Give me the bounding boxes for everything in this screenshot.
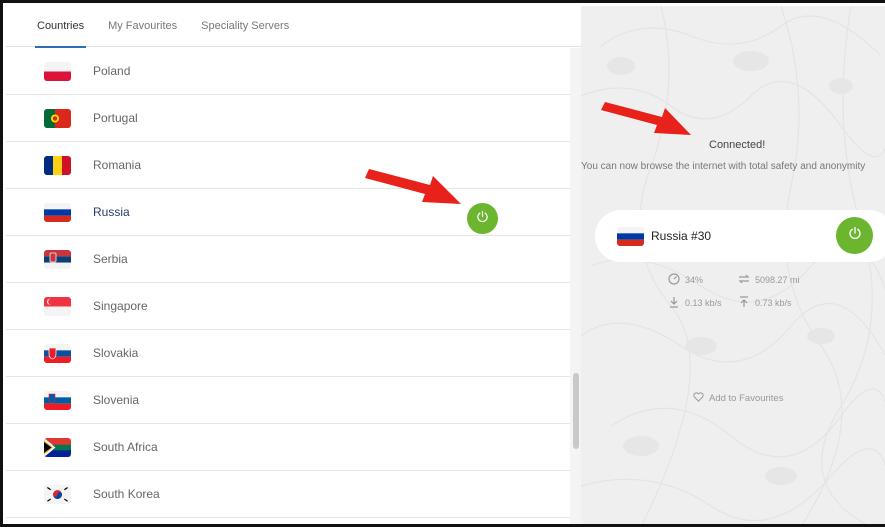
row-power-button[interactable]: [467, 203, 498, 234]
scrollbar-track[interactable]: [570, 48, 581, 524]
connected-server-card: Russia #30: [595, 210, 885, 262]
country-row-slovakia[interactable]: Slovakia: [6, 330, 570, 377]
country-row-south-africa[interactable]: South Africa: [6, 424, 570, 471]
add-to-favourites-button[interactable]: Add to Favourites: [693, 392, 783, 405]
upload-icon: [738, 296, 750, 310]
app-window: Countries My Favourites Speciality Serve…: [0, 0, 885, 527]
power-icon: [476, 210, 489, 228]
singapore-flag-icon: [44, 296, 71, 316]
download-speed-stat: 0.13 kb/s: [668, 296, 722, 310]
south-korea-flag-icon: [44, 484, 71, 504]
connected-server-name: Russia #30: [651, 229, 712, 243]
country-name: Russia: [93, 205, 130, 219]
country-name: Singapore: [93, 299, 148, 313]
country-name: Romania: [93, 158, 142, 172]
tab-countries[interactable]: Countries: [34, 6, 87, 48]
add-to-favourites-label: Add to Favourites: [709, 393, 784, 404]
tab-bar: Countries My Favourites Speciality Serve…: [6, 6, 581, 48]
server-load-value: 34%: [685, 275, 704, 285]
romania-flag-icon: [44, 155, 71, 175]
country-name: Serbia: [93, 252, 128, 266]
gauge-icon: [668, 273, 680, 287]
connection-panel: Connected! You can now browse the intern…: [581, 6, 885, 524]
power-icon: [848, 226, 862, 245]
server-load-stat: 34%: [668, 273, 703, 287]
country-name: Poland: [93, 64, 131, 78]
portugal-flag-icon: [44, 108, 71, 128]
country-row-portugal[interactable]: Portugal: [6, 95, 570, 142]
upload-speed-stat: 0.73 kb/s: [738, 296, 792, 310]
country-row-slovenia[interactable]: Slovenia: [6, 377, 570, 424]
tab-my-favourites[interactable]: My Favourites: [108, 6, 177, 47]
russia-flag-icon: [44, 202, 71, 222]
slovenia-flag-icon: [44, 390, 71, 410]
distance-stat: 5098.27 mi: [738, 273, 800, 287]
country-row-poland[interactable]: Poland: [6, 48, 570, 95]
country-name: Slovenia: [93, 393, 140, 407]
serbia-flag-icon: [44, 249, 71, 269]
country-name: Slovakia: [93, 346, 139, 360]
annotation-arrow-icon: [601, 102, 691, 135]
route-icon: [738, 273, 750, 287]
country-row-south-korea[interactable]: South Korea: [6, 471, 570, 518]
upload-speed-value: 0.73 kb/s: [755, 298, 792, 308]
country-row-serbia[interactable]: Serbia: [6, 236, 570, 283]
country-row-romania[interactable]: Romania: [6, 142, 570, 189]
heart-icon: [693, 392, 704, 405]
slovakia-flag-icon: [44, 343, 71, 363]
russia-flag-icon: [617, 227, 644, 246]
connection-status-title: Connected!: [709, 139, 766, 151]
country-name: South Korea: [93, 487, 160, 501]
distance-value: 5098.27 mi: [755, 275, 800, 285]
tab-speciality-servers[interactable]: Speciality Servers: [201, 6, 289, 47]
annotation-arrow-icon: [365, 169, 461, 204]
connection-status-description: You can now browse the internet with tot…: [581, 161, 866, 172]
poland-flag-icon: [44, 61, 71, 81]
country-name: Portugal: [93, 111, 138, 125]
download-speed-value: 0.13 kb/s: [685, 298, 722, 308]
server-list-panel: Countries My Favourites Speciality Serve…: [6, 6, 581, 524]
country-list: Poland Portugal Romania Russia Serbia Si…: [6, 48, 570, 524]
south-africa-flag-icon: [44, 437, 71, 457]
world-map-background: [581, 6, 885, 524]
disconnect-power-button[interactable]: [836, 217, 873, 254]
country-row-singapore[interactable]: Singapore: [6, 283, 570, 330]
scrollbar-thumb[interactable]: [573, 373, 579, 449]
download-icon: [668, 296, 680, 310]
country-name: South Africa: [93, 440, 158, 454]
